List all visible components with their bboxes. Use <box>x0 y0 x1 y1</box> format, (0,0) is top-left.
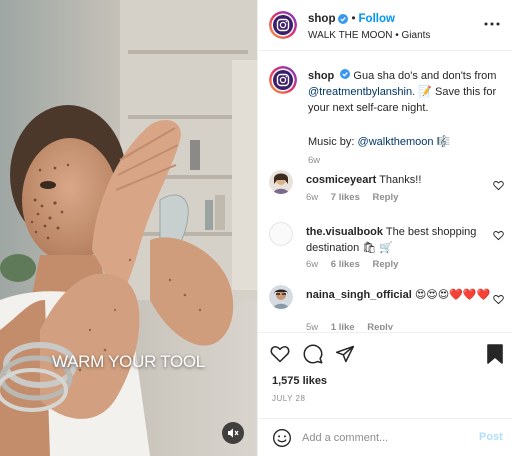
comment-meta: 5w 1 like Reply <box>306 322 403 330</box>
comment-meta: 6w 7 likes Reply <box>306 192 408 203</box>
caption-mention-link[interactable]: @treatmentbylanshin. <box>308 86 415 98</box>
post-date[interactable]: JULY 28 <box>272 394 305 403</box>
music-mention-link[interactable]: @walkthemoon <box>358 136 434 148</box>
emoji-icon[interactable] <box>272 428 292 448</box>
add-comment-bar: Post <box>258 418 512 456</box>
comment-body: Thanks!! <box>379 174 422 186</box>
audio-track: Giants <box>401 30 431 41</box>
avatar[interactable] <box>269 170 293 194</box>
instagram-post: WARM YOUR TOOL shop • Follow WALK THE MO… <box>0 0 512 456</box>
post-side-panel: shop • Follow WALK THE MOON • Giants sho… <box>257 0 512 456</box>
share-button[interactable] <box>334 343 356 365</box>
comment-likes[interactable]: 6 likes <box>331 259 360 270</box>
comment-time[interactable]: 6w <box>306 192 318 203</box>
comment-input[interactable] <box>302 429 462 447</box>
user-avatar-icon <box>269 222 293 246</box>
verified-badge-icon <box>340 69 351 79</box>
save-button[interactable] <box>484 343 506 365</box>
instagram-logo-icon <box>269 66 297 94</box>
instagram-logo-icon <box>269 11 297 39</box>
caption-music-line: Music by: @walkthemoon 🎼 <box>308 135 508 148</box>
caption-text: shop Gua sha do's and don'ts from @treat… <box>308 68 508 116</box>
comments-scroll-area[interactable]: shop Gua sha do's and don'ts from @treat… <box>258 52 512 330</box>
paper-plane-icon <box>335 345 355 363</box>
comment-text: the.visualbook The best shopping destina… <box>306 224 494 256</box>
heart-icon[interactable] <box>493 180 504 191</box>
caption-timestamp[interactable]: 6w <box>308 155 320 166</box>
comment-username[interactable]: the.visualbook <box>306 226 383 238</box>
header-username[interactable]: shop <box>308 13 335 25</box>
post-action-bar <box>258 332 512 372</box>
comment-body: 😍😍😍❤️❤️❤️ <box>414 289 491 301</box>
comment-likes[interactable]: 7 likes <box>331 192 360 203</box>
avatar[interactable] <box>269 66 297 94</box>
music-label: Music by: <box>308 136 355 148</box>
bookmark-icon <box>487 344 503 364</box>
like-button[interactable] <box>269 343 291 365</box>
reply-button[interactable]: Reply <box>373 259 399 270</box>
audio-separator: • <box>395 30 399 41</box>
video-overlay-text: WARM YOUR TOOL <box>52 352 205 371</box>
more-options-icon <box>484 22 500 26</box>
header-username-row: shop • Follow <box>308 13 395 25</box>
reply-button[interactable]: Reply <box>373 192 399 203</box>
post-video[interactable]: WARM YOUR TOOL <box>0 0 257 456</box>
heart-icon[interactable] <box>493 230 504 241</box>
reply-button[interactable]: Reply <box>367 322 393 330</box>
audio-artist: WALK THE MOON <box>308 30 393 41</box>
video-frame-illustration <box>0 0 257 456</box>
comment-time[interactable]: 5w <box>306 322 318 330</box>
user-avatar-icon <box>269 285 293 309</box>
comment-text: cosmiceyeart Thanks!! <box>306 172 494 188</box>
audio-link[interactable]: WALK THE MOON • Giants <box>308 30 430 41</box>
comment-username[interactable]: naina_singh_official <box>306 289 412 301</box>
comment-bubble-icon <box>303 344 323 364</box>
music-emoji: 🎼 <box>436 136 451 148</box>
follow-button[interactable]: Follow <box>359 13 395 25</box>
comment-time[interactable]: 6w <box>306 259 318 270</box>
avatar[interactable] <box>269 285 293 309</box>
comment-likes[interactable]: 1 like <box>331 322 355 330</box>
likes-count[interactable]: 1,575 likes <box>272 375 327 387</box>
mute-button[interactable] <box>222 422 244 444</box>
heart-icon <box>270 346 290 363</box>
caption-username[interactable]: shop <box>308 70 334 82</box>
verified-badge-icon <box>338 14 349 24</box>
post-comment-button[interactable]: Post <box>479 431 503 443</box>
post-header: shop • Follow WALK THE MOON • Giants <box>258 0 512 51</box>
more-options-button[interactable] <box>484 16 500 32</box>
header-separator: • <box>351 13 356 25</box>
caption-body: Gua sha do's and don'ts from <box>353 70 497 82</box>
mute-icon <box>228 428 239 438</box>
comment-button[interactable] <box>302 343 324 365</box>
heart-icon[interactable] <box>493 294 504 305</box>
comment-meta: 6w 6 likes Reply <box>306 259 408 270</box>
comment-text: naina_singh_official 😍😍😍❤️❤️❤️ <box>306 287 494 303</box>
avatar[interactable] <box>269 222 293 246</box>
comment-username[interactable]: cosmiceyeart <box>306 174 376 186</box>
user-avatar-icon <box>269 170 293 194</box>
avatar[interactable] <box>269 11 297 39</box>
